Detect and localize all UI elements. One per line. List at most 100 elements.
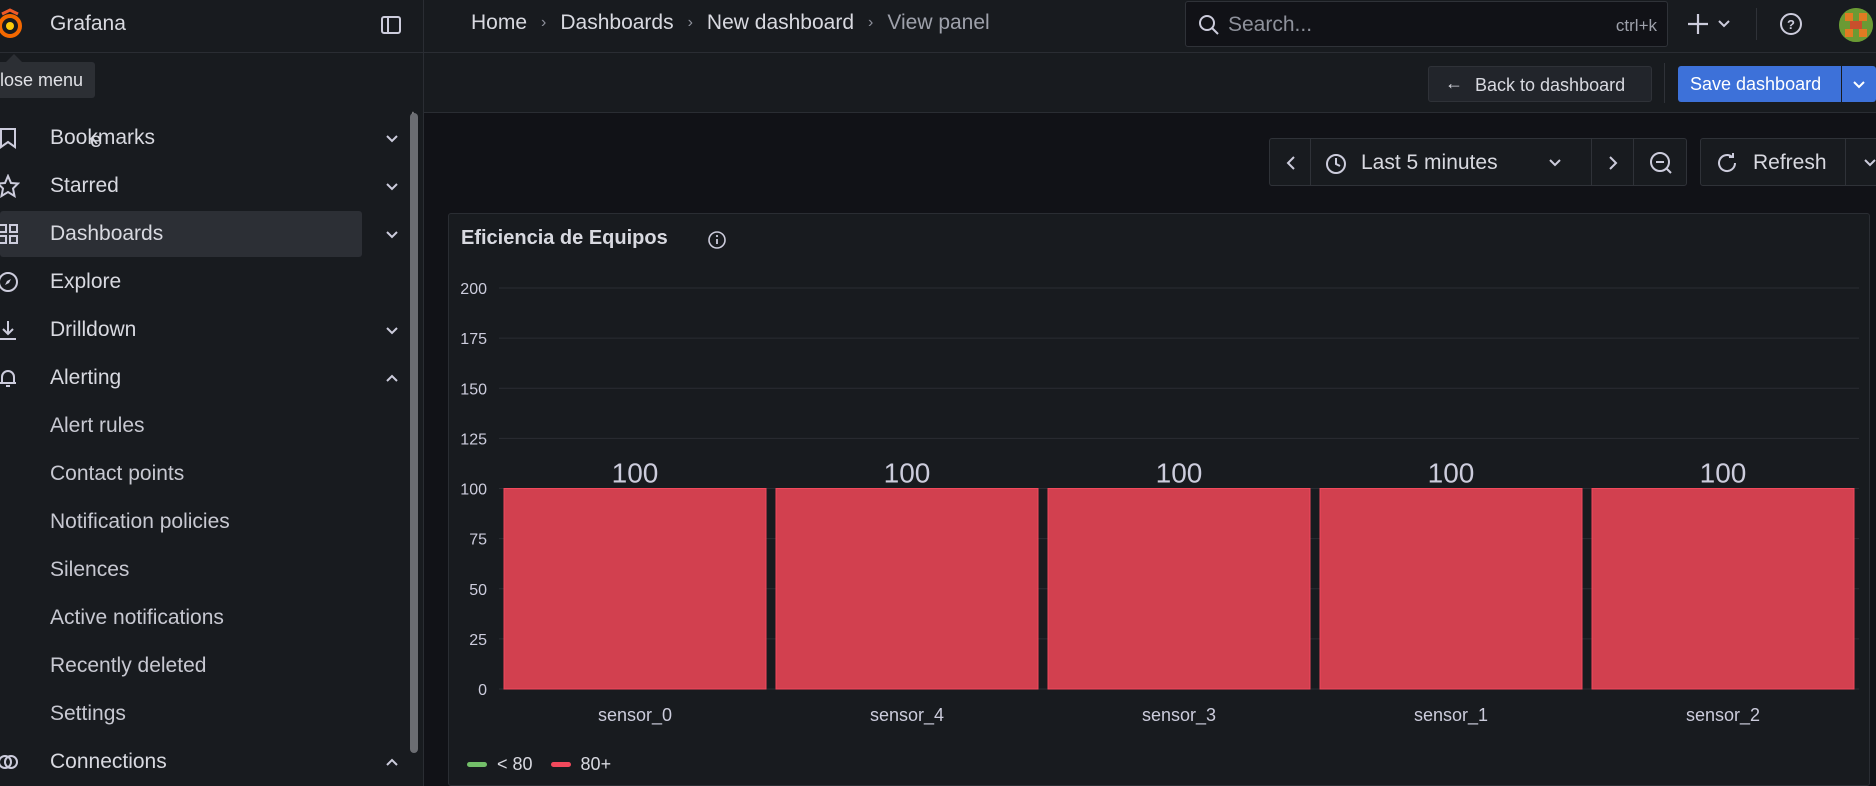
sidebar-subitem-silences[interactable]: Silences xyxy=(50,558,129,582)
apps-icon xyxy=(0,224,18,244)
bell-icon xyxy=(0,370,16,387)
sidebar-item-starred[interactable]: Starred xyxy=(0,163,398,209)
chevron-up-icon[interactable] xyxy=(384,755,400,771)
bar-value-label: 100 xyxy=(1156,458,1203,489)
refresh-icon xyxy=(1718,153,1737,172)
sidebar-item-alerting[interactable]: Alerting xyxy=(0,355,398,401)
zoom-out-icon xyxy=(1650,152,1672,174)
chevron-down-icon[interactable] xyxy=(384,227,400,243)
panel: Eficiencia de Equipos 0 25 50 75 100 125 150 17… xyxy=(448,213,1870,786)
breadcrumb-home[interactable]: Home xyxy=(471,11,527,35)
y-tick-label: 175 xyxy=(460,331,487,348)
time-range-back-button[interactable] xyxy=(1269,138,1311,186)
sidebar-item-label: Starred xyxy=(50,174,119,197)
breadcrumb-dashboards[interactable]: Dashboards xyxy=(560,11,673,35)
bar-value-label: 100 xyxy=(884,458,931,489)
dock-menu-icon[interactable] xyxy=(379,13,403,37)
chevron-down-icon xyxy=(1853,81,1865,89)
time-range-picker[interactable]: Last 5 minutes xyxy=(1310,138,1592,186)
sidebar-subitem-contact-points[interactable]: Contact points xyxy=(50,462,184,486)
y-tick-label: 75 xyxy=(469,532,487,549)
save-options-button[interactable] xyxy=(1842,66,1876,102)
sidebar-item-label: Connections xyxy=(50,750,167,773)
close-menu-tooltip: lose menu xyxy=(0,62,96,98)
main-content: ← Back to dashboard Save dashboard Last … xyxy=(424,53,1876,786)
sidebar-item-label: Dashboards xyxy=(50,222,164,245)
sidebar-item-label: Bookmarks xyxy=(50,126,156,149)
sidebar-item-bookmarks[interactable]: Bookmarks xyxy=(0,115,398,161)
breadcrumb: Home › Dashboards › New dashboard › View… xyxy=(471,11,990,35)
y-tick-label: 150 xyxy=(460,381,487,398)
y-tick-label: 200 xyxy=(460,281,487,298)
y-tick-label: 50 xyxy=(469,582,487,599)
search-placeholder: Search... xyxy=(1228,13,1313,36)
bar xyxy=(1591,488,1855,690)
dashboard-toolbar: ← Back to dashboard Save dashboard xyxy=(424,53,1876,113)
refresh-interval-button[interactable] xyxy=(1845,138,1876,186)
y-tick-label: 25 xyxy=(469,632,487,649)
sidebar-item-label: Explore xyxy=(50,270,122,293)
add-new-button[interactable] xyxy=(1686,10,1736,38)
top-bar: Grafana Home › Dashboards › New dashboar… xyxy=(0,0,1876,53)
x-tick-label: sensor_4 xyxy=(870,705,944,726)
legend-item[interactable]: < 80 xyxy=(467,754,533,775)
chevron-right-icon xyxy=(1609,156,1618,170)
refresh-button[interactable]: Refresh xyxy=(1700,138,1846,186)
sidebar-subitem-notification-policies[interactable]: Notification policies xyxy=(50,510,230,534)
chevron-right-icon: › xyxy=(687,14,693,31)
breadcrumb-new-dashboard[interactable]: New dashboard xyxy=(707,11,854,35)
sidebar-scrollbar[interactable] xyxy=(410,113,418,753)
y-tick-label: 100 xyxy=(460,482,487,499)
chart-legend: < 80 80+ xyxy=(467,754,629,775)
x-tick-label: sensor_1 xyxy=(1414,705,1488,726)
divider xyxy=(1756,8,1757,40)
sidebar-subitem-recently-deleted[interactable]: Recently deleted xyxy=(50,654,206,678)
time-range-forward-button[interactable] xyxy=(1591,138,1634,186)
bar-value-label: 100 xyxy=(1700,458,1747,489)
user-avatar[interactable] xyxy=(1839,8,1873,42)
bookmark-icon xyxy=(0,128,16,149)
chevron-down-icon[interactable] xyxy=(384,179,400,195)
bar xyxy=(1047,488,1311,690)
help-icon[interactable]: ? xyxy=(1778,11,1804,37)
sidebar-subitem-alert-rules[interactable]: Alert rules xyxy=(50,414,145,438)
zoom-out-button[interactable] xyxy=(1633,138,1687,186)
connections-icon xyxy=(0,755,18,769)
legend-swatch xyxy=(467,762,487,767)
compass-icon xyxy=(0,272,18,292)
back-button-label: Back to dashboard xyxy=(1475,75,1626,95)
time-range-label: Last 5 minutes xyxy=(1361,151,1498,174)
x-tick-label: sensor_3 xyxy=(1142,705,1216,726)
sidebar-item-drilldown[interactable]: Drilldown xyxy=(0,307,398,353)
svg-text:?: ? xyxy=(1787,17,1795,32)
tooltip-arrow xyxy=(6,54,22,62)
grafana-logo-icon[interactable] xyxy=(0,6,26,42)
chevron-up-icon[interactable] xyxy=(384,371,400,387)
drilldown-icon xyxy=(0,321,16,340)
legend-label: < 80 xyxy=(497,754,533,774)
chevron-down-icon[interactable] xyxy=(384,323,400,339)
bar xyxy=(503,488,767,690)
sidebar-subitem-active-notifications[interactable]: Active notifications xyxy=(50,606,224,630)
back-to-dashboard-button[interactable]: ← Back to dashboard xyxy=(1428,66,1652,102)
sidebar-item-connections[interactable]: Connections xyxy=(0,739,398,785)
app-name[interactable]: Grafana xyxy=(50,12,126,36)
search-icon xyxy=(1199,15,1219,35)
chevron-down-icon xyxy=(1549,159,1561,167)
arrow-left-icon: ← xyxy=(1445,73,1463,93)
legend-item[interactable]: 80+ xyxy=(550,754,611,775)
bar-value-label: 100 xyxy=(612,458,659,489)
legend-swatch xyxy=(550,762,571,767)
chevron-down-icon[interactable] xyxy=(384,131,400,147)
sidebar-item-dashboards[interactable]: Dashboards xyxy=(0,211,398,257)
divider xyxy=(1664,63,1665,103)
chevron-down-icon xyxy=(1864,159,1876,167)
bar xyxy=(775,488,1039,690)
bar-chart: 0 25 50 75 100 125 150 175 200 100 sensor_0 100 sens… xyxy=(460,281,1859,726)
search-input[interactable]: Search... ctrl+k xyxy=(1185,1,1668,47)
sidebar-subitem-settings[interactable]: Settings xyxy=(50,702,126,726)
refresh-label: Refresh xyxy=(1753,151,1827,174)
save-dashboard-button[interactable]: Save dashboard xyxy=(1678,66,1841,102)
sidebar-item-explore[interactable]: Explore xyxy=(0,259,362,305)
bar xyxy=(1319,488,1583,690)
